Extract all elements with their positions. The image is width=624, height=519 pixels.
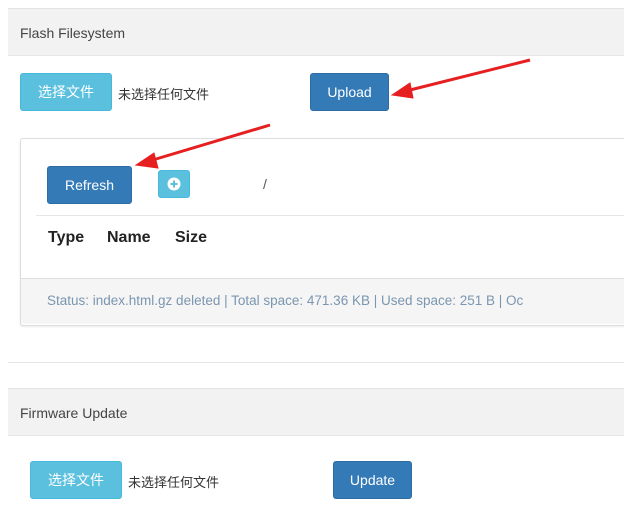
refresh-annotation-arrow xyxy=(145,123,271,164)
upload-annotation-arrow xyxy=(401,58,531,94)
annotation-arrows xyxy=(134,58,531,169)
refresh-arrow-head xyxy=(134,152,159,169)
upload-arrow-head xyxy=(390,82,414,99)
